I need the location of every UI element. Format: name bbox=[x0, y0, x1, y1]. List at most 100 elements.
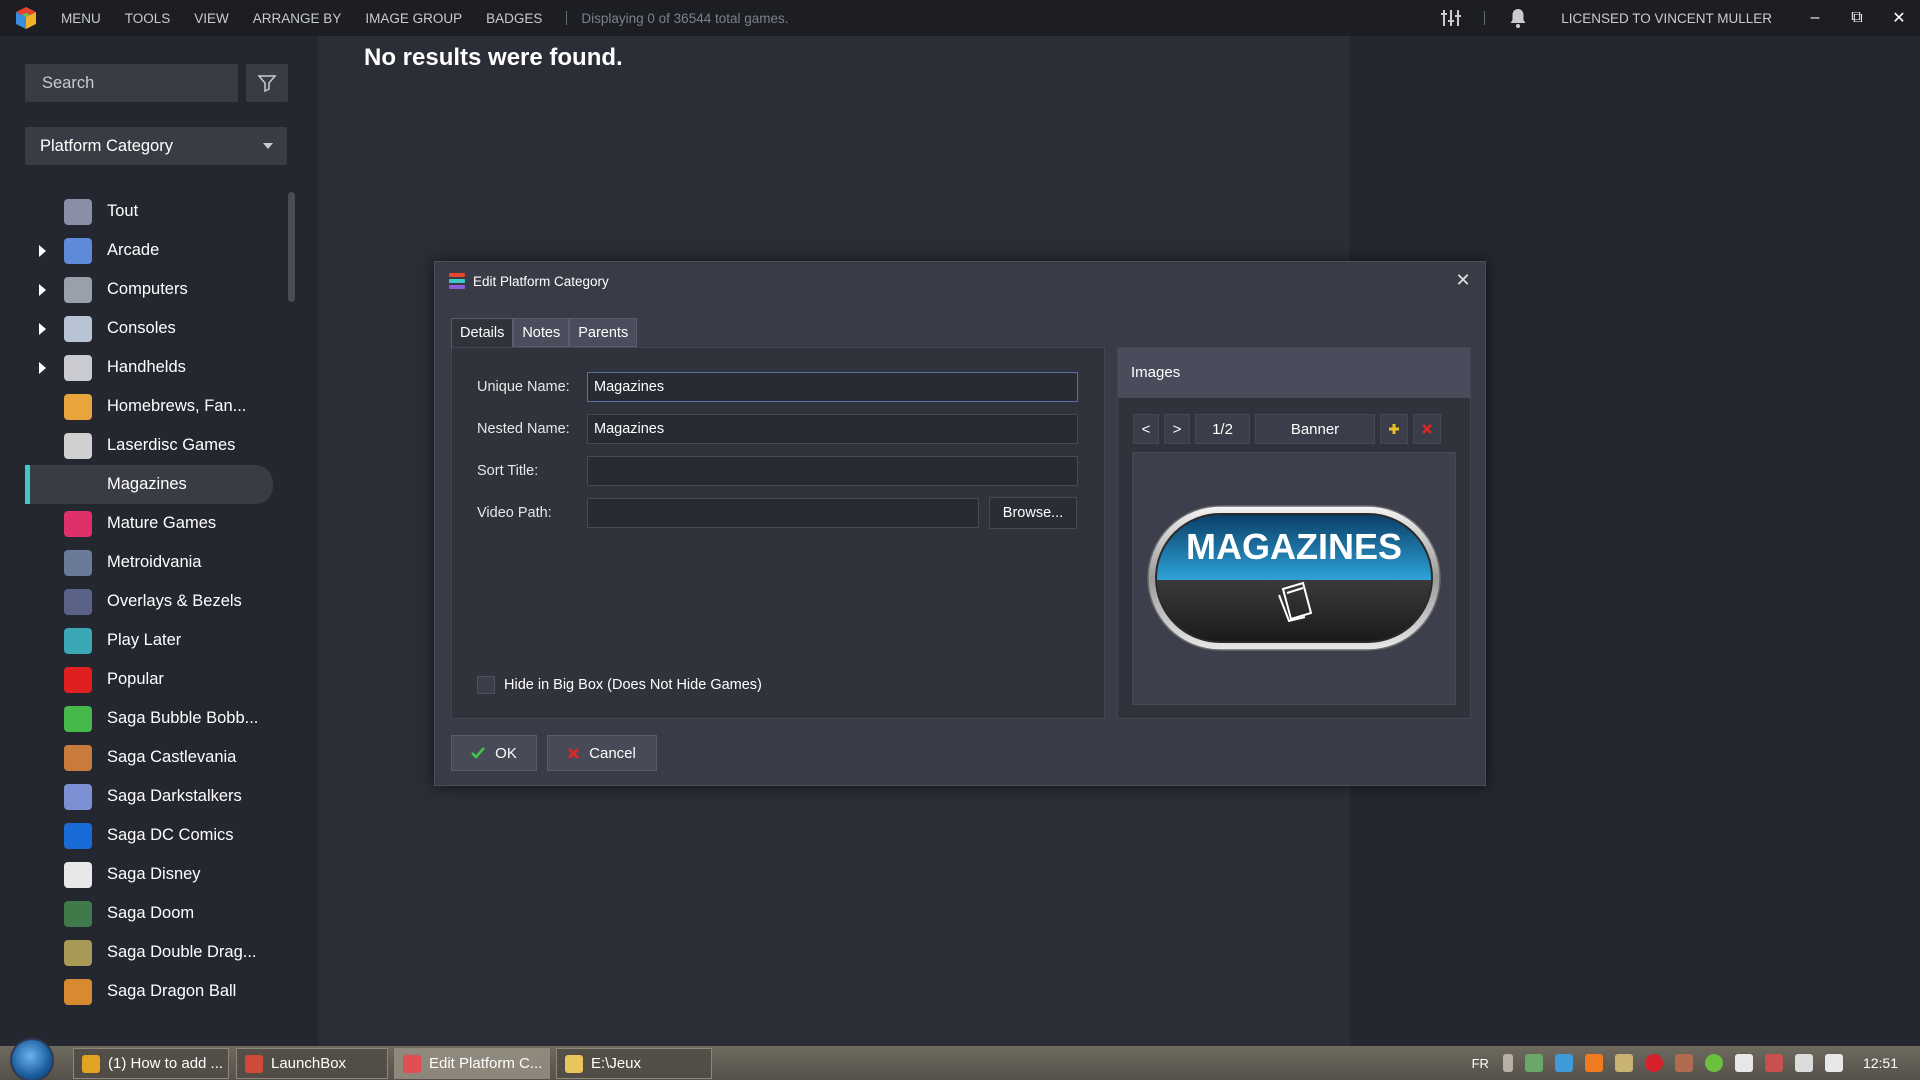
language-indicator[interactable]: FR bbox=[1472, 1056, 1489, 1071]
minimize-button[interactable]: – bbox=[1794, 0, 1836, 36]
tree-item-magazines[interactable]: Magazines bbox=[25, 465, 273, 504]
tree-item-handhelds[interactable]: Handhelds bbox=[25, 348, 285, 387]
tree-item-arcade[interactable]: Arcade bbox=[25, 231, 285, 270]
expand-arrow-icon[interactable] bbox=[39, 362, 46, 374]
close-window-button[interactable]: ✕ bbox=[1878, 0, 1920, 36]
browse-button[interactable]: Browse... bbox=[989, 497, 1077, 529]
nested-name-field[interactable]: Magazines bbox=[587, 414, 1078, 444]
tree-item-overlays-bezels[interactable]: Overlays & Bezels bbox=[25, 582, 285, 621]
hide-bigbox-checkbox[interactable] bbox=[477, 676, 495, 694]
speaker-app-icon[interactable] bbox=[1674, 1054, 1693, 1072]
tree-item-saga-dragon-ball[interactable]: Saga Dragon Ball bbox=[25, 972, 285, 1011]
taskbar-task[interactable]: E:\Jeux bbox=[556, 1048, 712, 1079]
tab-details[interactable]: Details bbox=[451, 318, 514, 348]
tree-item-consoles[interactable]: Consoles bbox=[25, 309, 285, 348]
hide-bigbox-label: Hide in Big Box (Does Not Hide Games) bbox=[504, 677, 762, 693]
tree-item-homebrews-fan[interactable]: Homebrews, Fan... bbox=[25, 387, 285, 426]
tree-item-label: Saga Castlevania bbox=[107, 748, 237, 766]
taskbar-task-label: (1) How to add ... bbox=[108, 1055, 224, 1072]
menu-image-group[interactable]: IMAGE GROUP bbox=[365, 11, 462, 26]
restore-button[interactable]: ⧉ bbox=[1836, 0, 1878, 36]
expand-arrow-icon[interactable] bbox=[39, 245, 46, 257]
delete-x-icon bbox=[1422, 424, 1432, 434]
bell-icon[interactable] bbox=[1505, 5, 1531, 31]
platform-category-dropdown[interactable]: Platform Category bbox=[25, 127, 287, 165]
cancel-x-icon bbox=[568, 747, 580, 759]
tree-item-saga-bubble-bobb[interactable]: Saga Bubble Bobb... bbox=[25, 699, 285, 738]
expand-arrow-icon[interactable] bbox=[39, 323, 46, 335]
tray-app-icon[interactable] bbox=[1614, 1054, 1633, 1072]
image-type-select[interactable]: Banner bbox=[1255, 414, 1375, 444]
cancel-button[interactable]: Cancel bbox=[547, 735, 657, 771]
laserdisc-icon bbox=[64, 433, 92, 459]
tab-parents[interactable]: Parents bbox=[569, 318, 638, 347]
tree-item-label: Consoles bbox=[107, 319, 176, 337]
tab-notes[interactable]: Notes bbox=[513, 318, 570, 347]
equalizer-settings-icon[interactable] bbox=[1438, 5, 1464, 31]
tree-item-saga-dc-comics[interactable]: Saga DC Comics bbox=[25, 816, 285, 855]
unique-name-field[interactable]: Magazines bbox=[587, 372, 1078, 402]
tree-item-saga-darkstalkers[interactable]: Saga Darkstalkers bbox=[25, 777, 285, 816]
close-icon: ✕ bbox=[1892, 10, 1906, 27]
play-later-icon bbox=[64, 628, 92, 654]
system-tray: FR 12:51 bbox=[1472, 1046, 1920, 1080]
search-placeholder: Search bbox=[42, 74, 95, 92]
tree-item-label: Saga Dragon Ball bbox=[107, 982, 237, 1000]
taskbar-task[interactable]: Edit Platform C... bbox=[394, 1048, 550, 1079]
menu-tools[interactable]: TOOLS bbox=[125, 11, 171, 26]
network-icon[interactable] bbox=[1794, 1054, 1813, 1072]
previous-image-button[interactable]: < bbox=[1133, 414, 1159, 444]
video-path-field[interactable] bbox=[587, 498, 979, 528]
sidebar-scrollbar[interactable] bbox=[288, 192, 295, 302]
volume-icon[interactable] bbox=[1824, 1054, 1843, 1072]
ok-button[interactable]: OK bbox=[451, 735, 537, 771]
tout-icon bbox=[64, 199, 92, 225]
metroidvania-icon bbox=[64, 550, 92, 576]
tree-item-saga-doom[interactable]: Saga Doom bbox=[25, 894, 285, 933]
menu-arrange-by[interactable]: ARRANGE BY bbox=[253, 11, 342, 26]
next-image-button[interactable]: > bbox=[1164, 414, 1190, 444]
sort-title-field[interactable] bbox=[587, 456, 1078, 486]
utorrent-icon[interactable] bbox=[1704, 1054, 1723, 1072]
launchbox-logo-icon[interactable] bbox=[13, 5, 39, 31]
filter-button[interactable] bbox=[246, 64, 288, 102]
avast-icon[interactable] bbox=[1584, 1054, 1603, 1072]
sidebar: Search Platform Category Tout Arcade Compu… bbox=[0, 36, 318, 1046]
tree-item-saga-castlevania[interactable]: Saga Castlevania bbox=[25, 738, 285, 777]
tree-item-laserdisc-games[interactable]: Laserdisc Games bbox=[25, 426, 285, 465]
magazines-banner-image: MAGAZINES bbox=[1147, 505, 1441, 651]
tree-item-play-later[interactable]: Play Later bbox=[25, 621, 285, 660]
tree-item-saga-double-drag[interactable]: Saga Double Drag... bbox=[25, 933, 285, 972]
tree-item-popular[interactable]: Popular bbox=[25, 660, 285, 699]
tree-item-mature-games[interactable]: Mature Games bbox=[25, 504, 285, 543]
tree-item-tout[interactable]: Tout bbox=[25, 192, 285, 231]
tray-arrow-icon[interactable] bbox=[1502, 1054, 1513, 1072]
dialog-close-button[interactable]: ✕ bbox=[1453, 270, 1473, 290]
double-dragon-icon bbox=[64, 940, 92, 966]
google-drive-icon[interactable] bbox=[1554, 1054, 1573, 1072]
start-button[interactable] bbox=[10, 1038, 54, 1080]
menu-badges[interactable]: BADGES bbox=[486, 11, 542, 26]
clock[interactable]: 12:51 bbox=[1863, 1055, 1898, 1071]
taskbar-task[interactable]: (1) How to add ... bbox=[73, 1048, 229, 1079]
expand-arrow-icon[interactable] bbox=[39, 284, 46, 296]
menu-view[interactable]: VIEW bbox=[194, 11, 229, 26]
tree-item-label: Saga Bubble Bobb... bbox=[107, 709, 259, 727]
chrome-icon bbox=[82, 1054, 100, 1073]
license-text: LICENSED TO VINCENT MULLER bbox=[1561, 10, 1772, 26]
network-app-icon[interactable] bbox=[1524, 1054, 1543, 1072]
taskbar-task[interactable]: LaunchBox bbox=[236, 1048, 388, 1079]
add-image-button[interactable] bbox=[1380, 414, 1408, 444]
tree-item-saga-disney[interactable]: Saga Disney bbox=[25, 855, 285, 894]
tree-item-computers[interactable]: Computers bbox=[25, 270, 285, 309]
opera-icon[interactable] bbox=[1644, 1054, 1663, 1072]
security-icon[interactable] bbox=[1764, 1054, 1783, 1072]
tree-item-metroidvania[interactable]: Metroidvania bbox=[25, 543, 285, 582]
video-path-row: Video Path: Browse... bbox=[477, 497, 1077, 529]
menu-menu[interactable]: MENU bbox=[61, 11, 101, 26]
heart-icon bbox=[64, 667, 92, 693]
flag-icon[interactable] bbox=[1734, 1054, 1753, 1072]
search-input[interactable]: Search bbox=[25, 64, 238, 102]
tree-item-label: Computers bbox=[107, 280, 188, 298]
remove-image-button[interactable] bbox=[1413, 414, 1441, 444]
